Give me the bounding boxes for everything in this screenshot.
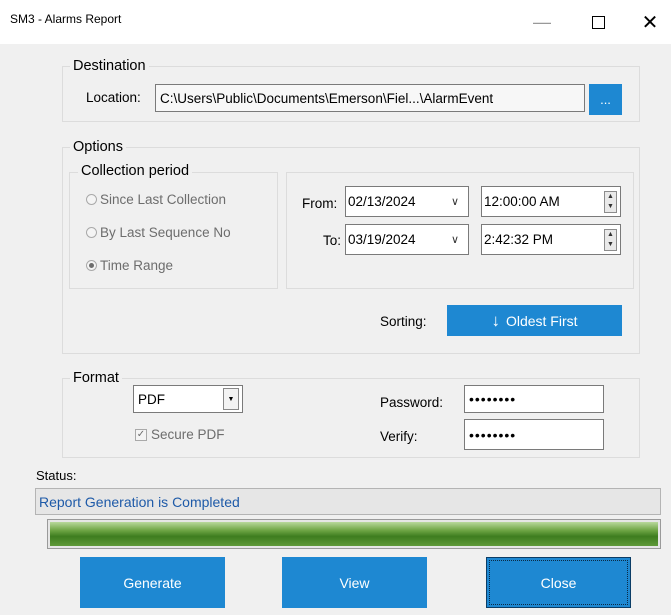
radio-since-last-collection[interactable]: Since Last Collection <box>86 192 226 207</box>
progress-fill <box>50 522 658 546</box>
close-button-label: Close <box>489 560 628 605</box>
format-legend: Format <box>70 370 122 386</box>
sorting-button-label: Oldest First <box>505 312 578 329</box>
dropdown-arrow-icon[interactable]: ▼ <box>223 388 239 410</box>
browse-button[interactable]: ... <box>589 84 622 115</box>
format-select-value: PDF <box>138 391 165 407</box>
spin-down-icon[interactable]: ▼ <box>605 240 616 250</box>
sorting-label: Sorting: <box>380 314 427 329</box>
location-label: Location: <box>86 90 141 105</box>
destination-legend: Destination <box>70 58 149 74</box>
from-label: From: <box>302 196 338 211</box>
spin-up-icon[interactable]: ▲ <box>605 192 616 202</box>
checkbox-checked-icon: ✓ <box>135 428 147 441</box>
radio-label: By Last Sequence No <box>100 225 231 240</box>
to-date-value: 03/19/2024 <box>348 232 416 247</box>
to-date-picker[interactable]: 03/19/2024 ∨ <box>345 224 469 255</box>
to-time-picker[interactable]: 2:42:32 PM ▲ ▼ <box>481 224 621 255</box>
to-time-spinner[interactable]: ▲ ▼ <box>604 229 617 251</box>
arrow-down-icon: ↓ <box>491 310 500 330</box>
secure-pdf-label: Secure PDF <box>151 427 225 442</box>
format-select[interactable]: PDF ▼ <box>133 385 243 413</box>
maximize-icon <box>591 15 605 29</box>
to-label: To: <box>323 233 342 248</box>
radio-label: Since Last Collection <box>100 192 227 207</box>
sorting-button[interactable]: ↓ Oldest First <box>447 305 622 336</box>
radio-circle-icon <box>86 194 97 205</box>
maximize-button[interactable] <box>575 6 621 38</box>
spin-up-icon[interactable]: ▲ <box>605 230 616 240</box>
close-button[interactable]: Close <box>486 557 631 608</box>
radio-by-last-sequence[interactable]: By Last Sequence No <box>86 225 231 240</box>
radio-circle-icon <box>86 227 97 238</box>
radio-selected-icon <box>86 260 97 271</box>
status-message: Report Generation is Completed <box>35 488 661 515</box>
progress-bar <box>47 519 661 549</box>
view-button[interactable]: View <box>282 557 427 608</box>
from-time-value: 12:00:00 AM <box>484 194 560 209</box>
options-legend: Options <box>70 139 126 155</box>
close-window-button[interactable]: ✕ <box>627 6 671 38</box>
to-time-value: 2:42:32 PM <box>484 232 554 247</box>
close-icon: ✕ <box>641 11 659 34</box>
chevron-down-icon: ∨ <box>450 196 460 208</box>
from-time-picker[interactable]: 12:00:00 AM ▲ ▼ <box>481 186 621 217</box>
radio-label: Time Range <box>100 258 174 273</box>
chevron-down-icon: ∨ <box>450 234 460 246</box>
location-field[interactable]: C:\Users\Public\Documents\Emerson\Fiel..… <box>155 84 585 112</box>
from-date-value: 02/13/2024 <box>348 194 416 209</box>
collection-period-legend: Collection period <box>78 163 193 179</box>
verify-field[interactable]: •••••••• <box>464 419 604 450</box>
from-date-picker[interactable]: 02/13/2024 ∨ <box>345 186 469 217</box>
password-label: Password: <box>380 395 444 410</box>
spin-down-icon[interactable]: ▼ <box>605 202 616 212</box>
verify-label: Verify: <box>380 429 418 444</box>
radio-time-range[interactable]: Time Range <box>86 258 173 273</box>
window-title: SM3 - Alarms Report <box>10 12 122 26</box>
status-label: Status: <box>36 468 77 483</box>
title-bar[interactable]: SM3 - Alarms Report — ✕ <box>0 0 671 44</box>
password-field[interactable]: •••••••• <box>464 385 604 413</box>
from-time-spinner[interactable]: ▲ ▼ <box>604 191 617 213</box>
generate-button[interactable]: Generate <box>80 557 225 608</box>
secure-pdf-checkbox[interactable]: ✓ Secure PDF <box>135 427 225 442</box>
minimize-button[interactable]: — <box>519 6 565 38</box>
minimize-icon: — <box>533 11 551 32</box>
